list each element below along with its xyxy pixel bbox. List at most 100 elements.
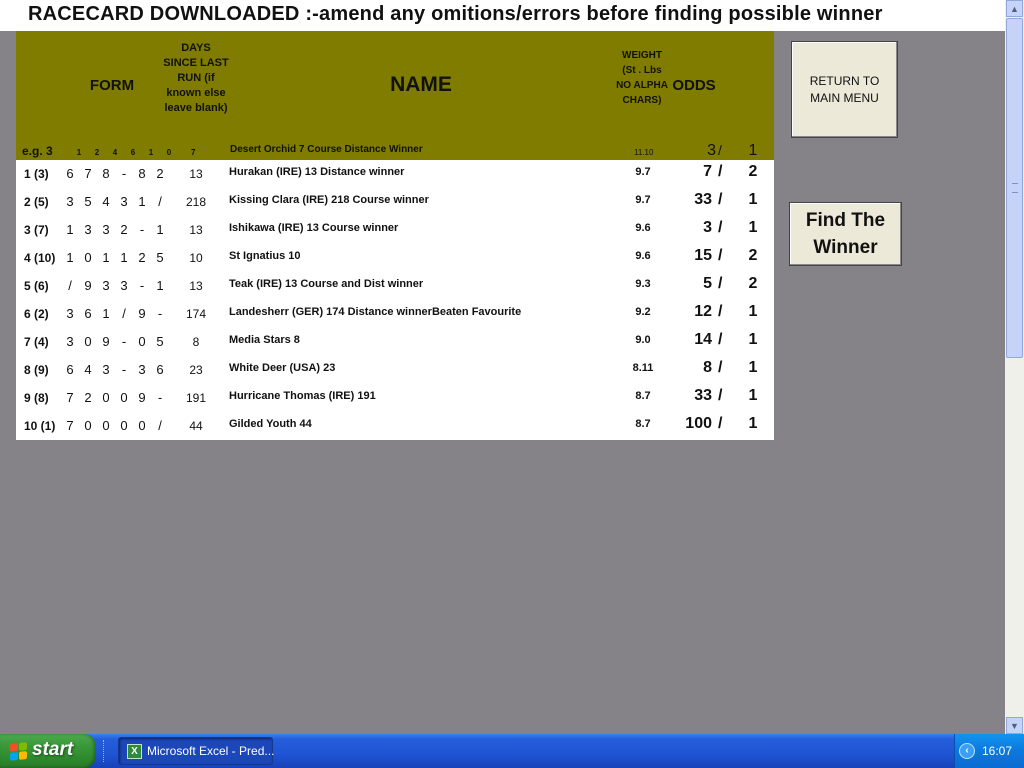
runner-form[interactable]: 678-82 — [61, 166, 169, 181]
runner-position[interactable]: 5 (6) — [24, 279, 49, 293]
runner-weight[interactable]: 9.3 — [626, 278, 660, 290]
scroll-down-arrow-icon[interactable]: ▼ — [1006, 717, 1023, 734]
runner-odds-numerator[interactable]: 5 — [676, 275, 712, 293]
runner-row[interactable]: 1 (3) 678-82 13 Hurakan (IRE) 13 Distanc… — [16, 160, 774, 188]
runner-days-since[interactable]: 218 — [178, 195, 214, 209]
runner-odds-numerator[interactable]: 8 — [676, 359, 712, 377]
runner-odds-separator: / — [718, 331, 723, 348]
runner-form[interactable]: 7 0 0 0 0/ — [61, 418, 169, 433]
runner-position[interactable]: 2 (5) — [24, 195, 49, 209]
runner-name[interactable]: White Deer (USA) 23 — [229, 362, 335, 374]
runner-days-since[interactable]: 44 — [178, 419, 214, 433]
runner-days-since[interactable]: 174 — [178, 307, 214, 321]
runner-odds-numerator[interactable]: 33 — [676, 191, 712, 209]
runner-odds-denominator[interactable]: 2 — [745, 275, 761, 293]
runner-name[interactable]: Teak (IRE) 13 Course and Dist winner — [229, 278, 423, 290]
runner-name[interactable]: Hurakan (IRE) 13 Distance winner — [229, 166, 404, 178]
runner-odds-separator: / — [718, 275, 723, 292]
example-form-digit: 4 — [112, 148, 118, 157]
runner-odds-denominator[interactable]: 1 — [745, 387, 761, 405]
runner-weight[interactable]: 9.6 — [626, 250, 660, 262]
runner-odds-denominator[interactable]: 1 — [745, 415, 761, 433]
runner-form[interactable]: 643-36 — [61, 362, 169, 377]
example-row: e.g. 3 1 2 4 6 1 0 7 Desert Orchid 7 Course D… — [16, 141, 774, 160]
form-digit: 5 — [156, 334, 164, 349]
scroll-up-arrow-icon[interactable]: ▲ — [1006, 0, 1023, 17]
runner-weight[interactable]: 8.11 — [626, 362, 660, 374]
runner-name[interactable]: Kissing Clara (IRE) 218 Course winner — [229, 194, 429, 206]
runner-row[interactable]: 4 (10) 101125 10 St Ignatius 10 9.6 15 /… — [16, 244, 774, 272]
header-name: NAME — [390, 73, 452, 96]
runner-weight[interactable]: 8.7 — [626, 418, 660, 430]
runner-name[interactable]: Ishikawa (IRE) 13 Course winner — [229, 222, 398, 234]
runner-weight[interactable]: 9.7 — [626, 166, 660, 178]
runner-odds-denominator[interactable]: 1 — [745, 219, 761, 237]
runner-form[interactable]: /9 3 3-1 — [61, 278, 169, 293]
runner-form[interactable]: 72009- — [61, 390, 169, 405]
runner-form[interactable]: 3 5 4 3 1/ — [61, 194, 169, 209]
runner-position[interactable]: 3 (7) — [24, 223, 49, 237]
runner-weight[interactable]: 9.2 — [626, 306, 660, 318]
runner-odds-numerator[interactable]: 12 — [676, 303, 712, 321]
start-button[interactable]: start — [0, 734, 96, 768]
runner-days-since[interactable]: 8 — [178, 335, 214, 349]
runner-row[interactable]: 3 (7) 1332-1 13 Ishikawa (IRE) 13 Course… — [16, 216, 774, 244]
runner-position[interactable]: 9 (8) — [24, 391, 49, 405]
runner-position[interactable]: 1 (3) — [24, 167, 49, 181]
runner-position[interactable]: 6 (2) — [24, 307, 49, 321]
runner-odds-numerator[interactable]: 14 — [676, 331, 712, 349]
runner-position[interactable]: 10 (1) — [24, 419, 55, 433]
runner-name[interactable]: Gilded Youth 44 — [229, 418, 312, 430]
runner-form[interactable]: 1332-1 — [61, 222, 169, 237]
runner-odds-denominator[interactable]: 2 — [745, 247, 761, 265]
runner-weight[interactable]: 9.7 — [626, 194, 660, 206]
runner-name[interactable]: Landesherr (GER) 174 Distance winnerBeat… — [229, 306, 521, 318]
runner-row[interactable]: 7 (4) 309-05 8 Media Stars 8 9.0 14 / 1 — [16, 328, 774, 356]
runner-odds-denominator[interactable]: 1 — [745, 303, 761, 321]
taskbar-item-label: Microsoft Excel - Pred... — [147, 744, 275, 758]
runner-row[interactable]: 6 (2) 3 6 1/9- 174 Landesherr (GER) 174 Di… — [16, 300, 774, 328]
runner-weight[interactable]: 9.6 — [626, 222, 660, 234]
find-the-winner-button[interactable]: Find The Winner — [789, 202, 902, 266]
scroll-thumb[interactable] — [1006, 18, 1023, 358]
runner-odds-denominator[interactable]: 2 — [745, 163, 761, 181]
runner-days-since[interactable]: 13 — [178, 279, 214, 293]
runner-odds-numerator[interactable]: 7 — [676, 163, 712, 181]
runner-odds-numerator[interactable]: 100 — [676, 415, 712, 433]
runner-odds-numerator[interactable]: 15 — [676, 247, 712, 265]
runner-form[interactable]: 309-05 — [61, 334, 169, 349]
taskbar-item-excel[interactable]: X Microsoft Excel - Pred... — [118, 737, 275, 765]
vertical-scrollbar[interactable]: ▲ ▼ — [1005, 0, 1024, 734]
runner-row[interactable]: 5 (6) /9 3 3-1 13 Teak (IRE) 13 Course and… — [16, 272, 774, 300]
runner-position[interactable]: 4 (10) — [24, 251, 55, 265]
runner-odds-denominator[interactable]: 1 — [745, 359, 761, 377]
runner-position[interactable]: 8 (9) — [24, 363, 49, 377]
form-digit: 0 — [102, 418, 110, 433]
runner-days-since[interactable]: 191 — [178, 391, 214, 405]
runner-name[interactable]: St Ignatius 10 — [229, 250, 301, 262]
runner-row[interactable]: 2 (5) 3 5 4 3 1/ 218 Kissing Clara (IRE) 218… — [16, 188, 774, 216]
runner-days-since[interactable]: 13 — [178, 167, 214, 181]
runner-weight[interactable]: 8.7 — [626, 390, 660, 402]
tray-expand-icon[interactable]: ‹ — [959, 743, 975, 759]
runner-name[interactable]: Media Stars 8 — [229, 334, 300, 346]
runner-row[interactable]: 8 (9) 643-36 23 White Deer (USA) 23 8.11… — [16, 356, 774, 384]
runner-name[interactable]: Hurricane Thomas (IRE) 191 — [229, 390, 376, 402]
runner-form[interactable]: 3 6 1 / 9- — [61, 306, 169, 321]
runner-position[interactable]: 7 (4) — [24, 335, 49, 349]
runner-form[interactable]: 101125 — [61, 250, 169, 265]
runner-odds-numerator[interactable]: 33 — [676, 387, 712, 405]
return-to-main-menu-button[interactable]: RETURN TO MAIN MENU — [791, 41, 898, 138]
runner-odds-separator: / — [718, 163, 723, 180]
runner-days-since[interactable]: 23 — [178, 363, 214, 377]
runner-odds-denominator[interactable]: 1 — [745, 331, 761, 349]
runner-row[interactable]: 10 (1) 7 0 0 0 0/ 44 Gilded Youth 44 8.7 100… — [16, 412, 774, 440]
header-band: FORM DAYS SINCE LAST RUN (if known else … — [16, 31, 774, 160]
runner-rows: 1 (3) 678-82 13 Hurakan (IRE) 13 Distanc… — [16, 160, 774, 440]
runner-odds-numerator[interactable]: 3 — [676, 219, 712, 237]
runner-weight[interactable]: 9.0 — [626, 334, 660, 346]
runner-row[interactable]: 9 (8) 72009- 191 Hurricane Thomas (IRE) … — [16, 384, 774, 412]
runner-days-since[interactable]: 13 — [178, 223, 214, 237]
runner-days-since[interactable]: 10 — [178, 251, 214, 265]
runner-odds-denominator[interactable]: 1 — [745, 191, 761, 209]
